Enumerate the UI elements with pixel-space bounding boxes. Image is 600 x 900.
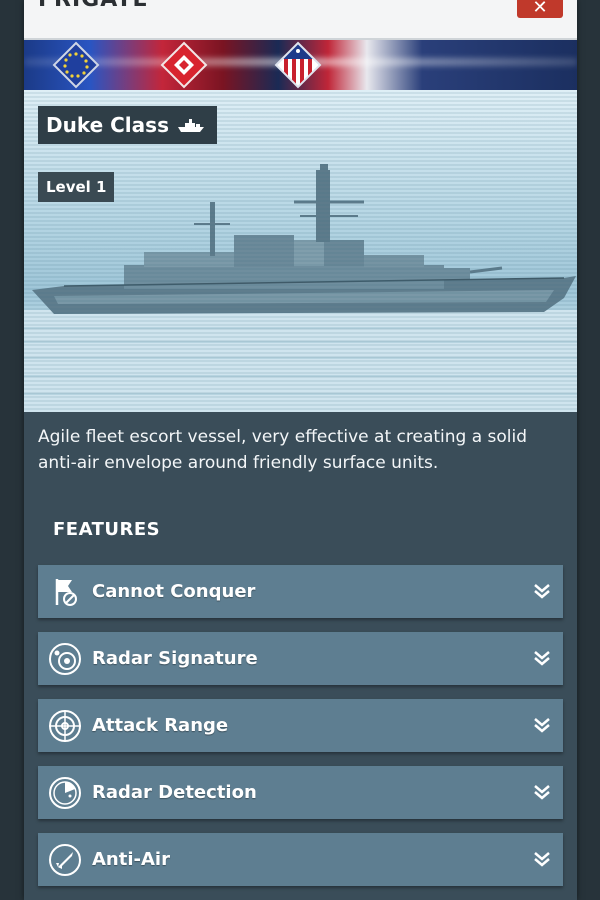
- feature-cannot-conquer[interactable]: Cannot Conquer: [38, 565, 563, 618]
- chevron-down-icon[interactable]: [533, 783, 551, 801]
- red-white-flag-icon: [160, 41, 208, 89]
- chevron-down-icon[interactable]: [533, 582, 551, 600]
- close-button[interactable]: ✕: [517, 0, 563, 18]
- ship-description: Agile fleet escort vessel, very effectiv…: [38, 427, 528, 473]
- ship-level-badge: Level 1: [38, 172, 115, 202]
- eu-flag-icon: [52, 41, 100, 89]
- faction-flags-banner: [24, 40, 577, 90]
- panel-header: FRIGATE ✕: [24, 0, 577, 40]
- unit-info-panel: FRIGATE ✕: [24, 0, 577, 900]
- chevron-down-icon[interactable]: [533, 850, 551, 868]
- background-right: [576, 0, 600, 900]
- crosshair-icon: [49, 709, 81, 742]
- features-list: Cannot Conquer Radar Signature Attack Ra…: [38, 565, 563, 900]
- feature-anti-air[interactable]: Anti-Air: [38, 833, 563, 886]
- anti-air-missile-icon: [49, 843, 81, 876]
- feature-label: Radar Detection: [92, 782, 257, 803]
- us-flag-icon: [274, 41, 322, 89]
- feature-label: Cannot Conquer: [92, 581, 256, 602]
- feature-radar-signature[interactable]: Radar Signature: [38, 632, 563, 685]
- panel-title: FRIGATE: [38, 0, 149, 14]
- feature-label: Anti-Air: [92, 849, 170, 870]
- background-left: [0, 0, 24, 900]
- feature-label: Radar Signature: [92, 648, 258, 669]
- radar-detection-icon: [49, 776, 81, 809]
- chevron-down-icon[interactable]: [533, 716, 551, 734]
- radar-signature-icon: [49, 642, 81, 675]
- ship-type-icon: [177, 119, 204, 132]
- feature-radar-detection[interactable]: Radar Detection: [38, 766, 563, 819]
- ship-class-badge: Duke Class: [38, 106, 217, 144]
- features-heading: FEATURES: [53, 519, 161, 540]
- no-conquer-flag-icon: [55, 578, 77, 606]
- chevron-down-icon[interactable]: [533, 649, 551, 667]
- feature-label: Attack Range: [92, 715, 229, 736]
- feature-attack-range[interactable]: Attack Range: [38, 699, 563, 752]
- ship-image: Duke Class Level 1: [24, 90, 577, 412]
- ship-class-name: Duke Class: [46, 113, 169, 137]
